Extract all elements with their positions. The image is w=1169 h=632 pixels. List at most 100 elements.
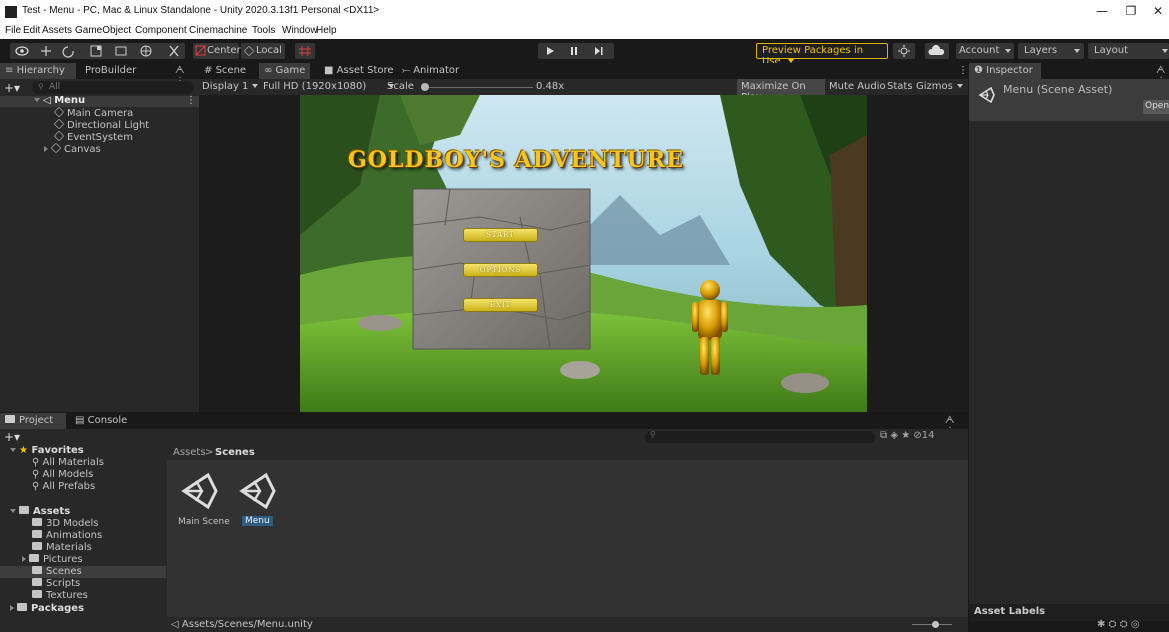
favorite-item[interactable]: ⚲ All Prefabs: [32, 481, 95, 492]
start-button[interactable]: START: [463, 228, 538, 242]
scene-header-row[interactable]: ◁ Menu ⋮: [0, 95, 199, 107]
folder-item[interactable]: Textures: [32, 590, 88, 601]
expand-icon[interactable]: [22, 556, 26, 562]
minimize-button[interactable]: —: [1092, 4, 1112, 20]
account-dropdown[interactable]: Account: [956, 43, 1014, 59]
cloud-button[interactable]: [925, 43, 949, 59]
close-button[interactable]: ✕: [1148, 4, 1168, 20]
options-button[interactable]: OPTIONS: [463, 263, 538, 277]
scale-slider[interactable]: [421, 83, 533, 92]
rect-tool-icon[interactable]: [115, 46, 127, 56]
gameobject-icon: [53, 130, 65, 142]
project-search-input[interactable]: ⚲: [645, 430, 875, 443]
folder-item[interactable]: Scripts: [32, 578, 80, 589]
pivot-icon: [195, 45, 206, 56]
preview-packages-button[interactable]: Preview Packages in Use: [756, 43, 888, 67]
hidden-packages-icon[interactable]: ⊘: [913, 430, 921, 441]
tab-inspector[interactable]: ❶ Inspector: [969, 63, 1041, 79]
packages-header[interactable]: Packages: [10, 603, 84, 614]
menu-cinemachine[interactable]: Cinemachine: [189, 25, 247, 36]
menu-help[interactable]: Help: [316, 25, 337, 36]
local-toggle[interactable]: Local: [241, 43, 285, 59]
menu-window[interactable]: Window: [282, 25, 318, 36]
hierarchy-search-input[interactable]: ⚲ All: [32, 81, 194, 94]
folder-item-selected[interactable]: Scenes: [0, 566, 166, 578]
favorite-star-icon[interactable]: ★: [901, 430, 910, 441]
breadcrumb-assets[interactable]: Assets: [173, 447, 206, 458]
folder-item[interactable]: Materials: [32, 542, 92, 553]
favorites-header[interactable]: ★ Favorites: [10, 445, 84, 456]
menu-edit[interactable]: Edit: [23, 25, 40, 36]
folder-item[interactable]: Pictures: [22, 554, 83, 565]
expand-icon[interactable]: [10, 509, 16, 513]
inspector-lock-icon[interactable]: ᗅ ⋮: [1151, 63, 1169, 87]
layout-dropdown[interactable]: Layout: [1088, 43, 1169, 59]
status-bug-icon[interactable]: ✱ ⛭ ⛭ ◎: [1097, 619, 1140, 630]
tab-asset-store[interactable]: ■ Asset Store: [319, 63, 399, 79]
create-asset-button[interactable]: +▾: [4, 430, 20, 444]
folder-item[interactable]: Animations: [32, 530, 102, 541]
folder-item[interactable]: 3D Models: [32, 518, 98, 529]
expand-scene-icon[interactable]: [34, 98, 40, 102]
icon-size-slider-thumb[interactable]: [932, 621, 939, 628]
expand-icon[interactable]: [44, 146, 48, 152]
asset-tile-selected[interactable]: Menu: [233, 469, 285, 533]
filter-by-type-icon[interactable]: ⧉: [880, 430, 887, 441]
favorite-item[interactable]: ⚲ All Materials: [32, 457, 104, 468]
tab-probuilder[interactable]: ProBuilder: [80, 63, 141, 79]
grid-snap-button[interactable]: [295, 43, 315, 59]
resolution-select[interactable]: Full HD (1920x1080): [263, 81, 395, 92]
breadcrumb-scenes[interactable]: Scenes: [215, 447, 255, 458]
menu-assets[interactable]: Assets: [42, 25, 72, 36]
exit-button[interactable]: EXIT: [463, 298, 538, 312]
asset-tile[interactable]: Main Scene: [175, 469, 230, 533]
assets-header[interactable]: Assets: [10, 506, 70, 517]
scale-tool-icon[interactable]: [90, 45, 102, 57]
step-icon[interactable]: [595, 47, 603, 55]
transform-tool-icon[interactable]: [140, 45, 152, 57]
hierarchy-item[interactable]: EventSystem: [53, 130, 133, 143]
custom-tool-icon[interactable]: [169, 45, 179, 57]
tab-hierarchy[interactable]: ≡ Hierarchy: [0, 63, 76, 79]
move-tool-icon[interactable]: [41, 46, 51, 56]
center-toggle[interactable]: Center: [193, 43, 241, 59]
menu-file[interactable]: File: [5, 25, 21, 36]
menu-component[interactable]: Component: [135, 25, 187, 36]
project-lock-icon[interactable]: ᗅ ⋮: [940, 413, 968, 437]
menu-gameobject[interactable]: GameObject: [75, 25, 131, 36]
layers-dropdown[interactable]: Layers: [1018, 43, 1084, 59]
expand-icon[interactable]: [10, 605, 14, 611]
maximize-button[interactable]: ❐: [1121, 4, 1141, 20]
hierarchy-item[interactable]: Main Camera: [53, 106, 133, 119]
hierarchy-item[interactable]: Directional Light: [53, 118, 149, 131]
menu-tools[interactable]: Tools: [252, 25, 275, 36]
gizmos-dropdown[interactable]: Gizmos: [916, 81, 963, 92]
view-tool-icon[interactable]: [15, 46, 29, 56]
collab-button[interactable]: [893, 43, 915, 59]
tab-animator[interactable]: ⤚ Animator: [397, 63, 464, 79]
game-view[interactable]: GOLDBOY'S ADVENTURE START OPTIONS EXIT: [300, 95, 867, 412]
lock-icon[interactable]: ᗅ ⋮: [170, 63, 199, 87]
scale-slider-thumb[interactable]: [421, 83, 429, 91]
rotate-tool-icon[interactable]: [62, 46, 74, 58]
hierarchy-item[interactable]: Canvas: [44, 142, 101, 155]
tab-game[interactable]: ∞ Game: [259, 63, 311, 79]
search-placeholder: All: [49, 82, 61, 92]
maximize-on-play-toggle[interactable]: Maximize On Play: [737, 79, 825, 103]
stats-toggle[interactable]: Stats: [887, 81, 913, 92]
mute-audio-toggle[interactable]: Mute Audio: [829, 81, 886, 92]
filter-by-label-icon[interactable]: ◈: [890, 430, 898, 441]
favorite-item[interactable]: ⚲ All Models: [32, 469, 93, 480]
tab-project[interactable]: Project: [0, 413, 66, 429]
open-button[interactable]: Open: [1143, 100, 1169, 114]
folder-item-label: Textures: [46, 590, 88, 601]
play-icon[interactable]: [547, 47, 554, 55]
display-select[interactable]: Display 1: [202, 81, 259, 92]
tab-scene[interactable]: # Scene: [199, 63, 251, 79]
add-object-button[interactable]: +▾: [4, 81, 20, 95]
expand-icon[interactable]: [10, 448, 16, 452]
tab-console[interactable]: ▤ Console: [70, 413, 132, 429]
scale-value: 0.48x: [536, 81, 565, 92]
pause-icon[interactable]: [571, 47, 577, 55]
scene-menu-icon[interactable]: ⋮: [186, 95, 196, 106]
